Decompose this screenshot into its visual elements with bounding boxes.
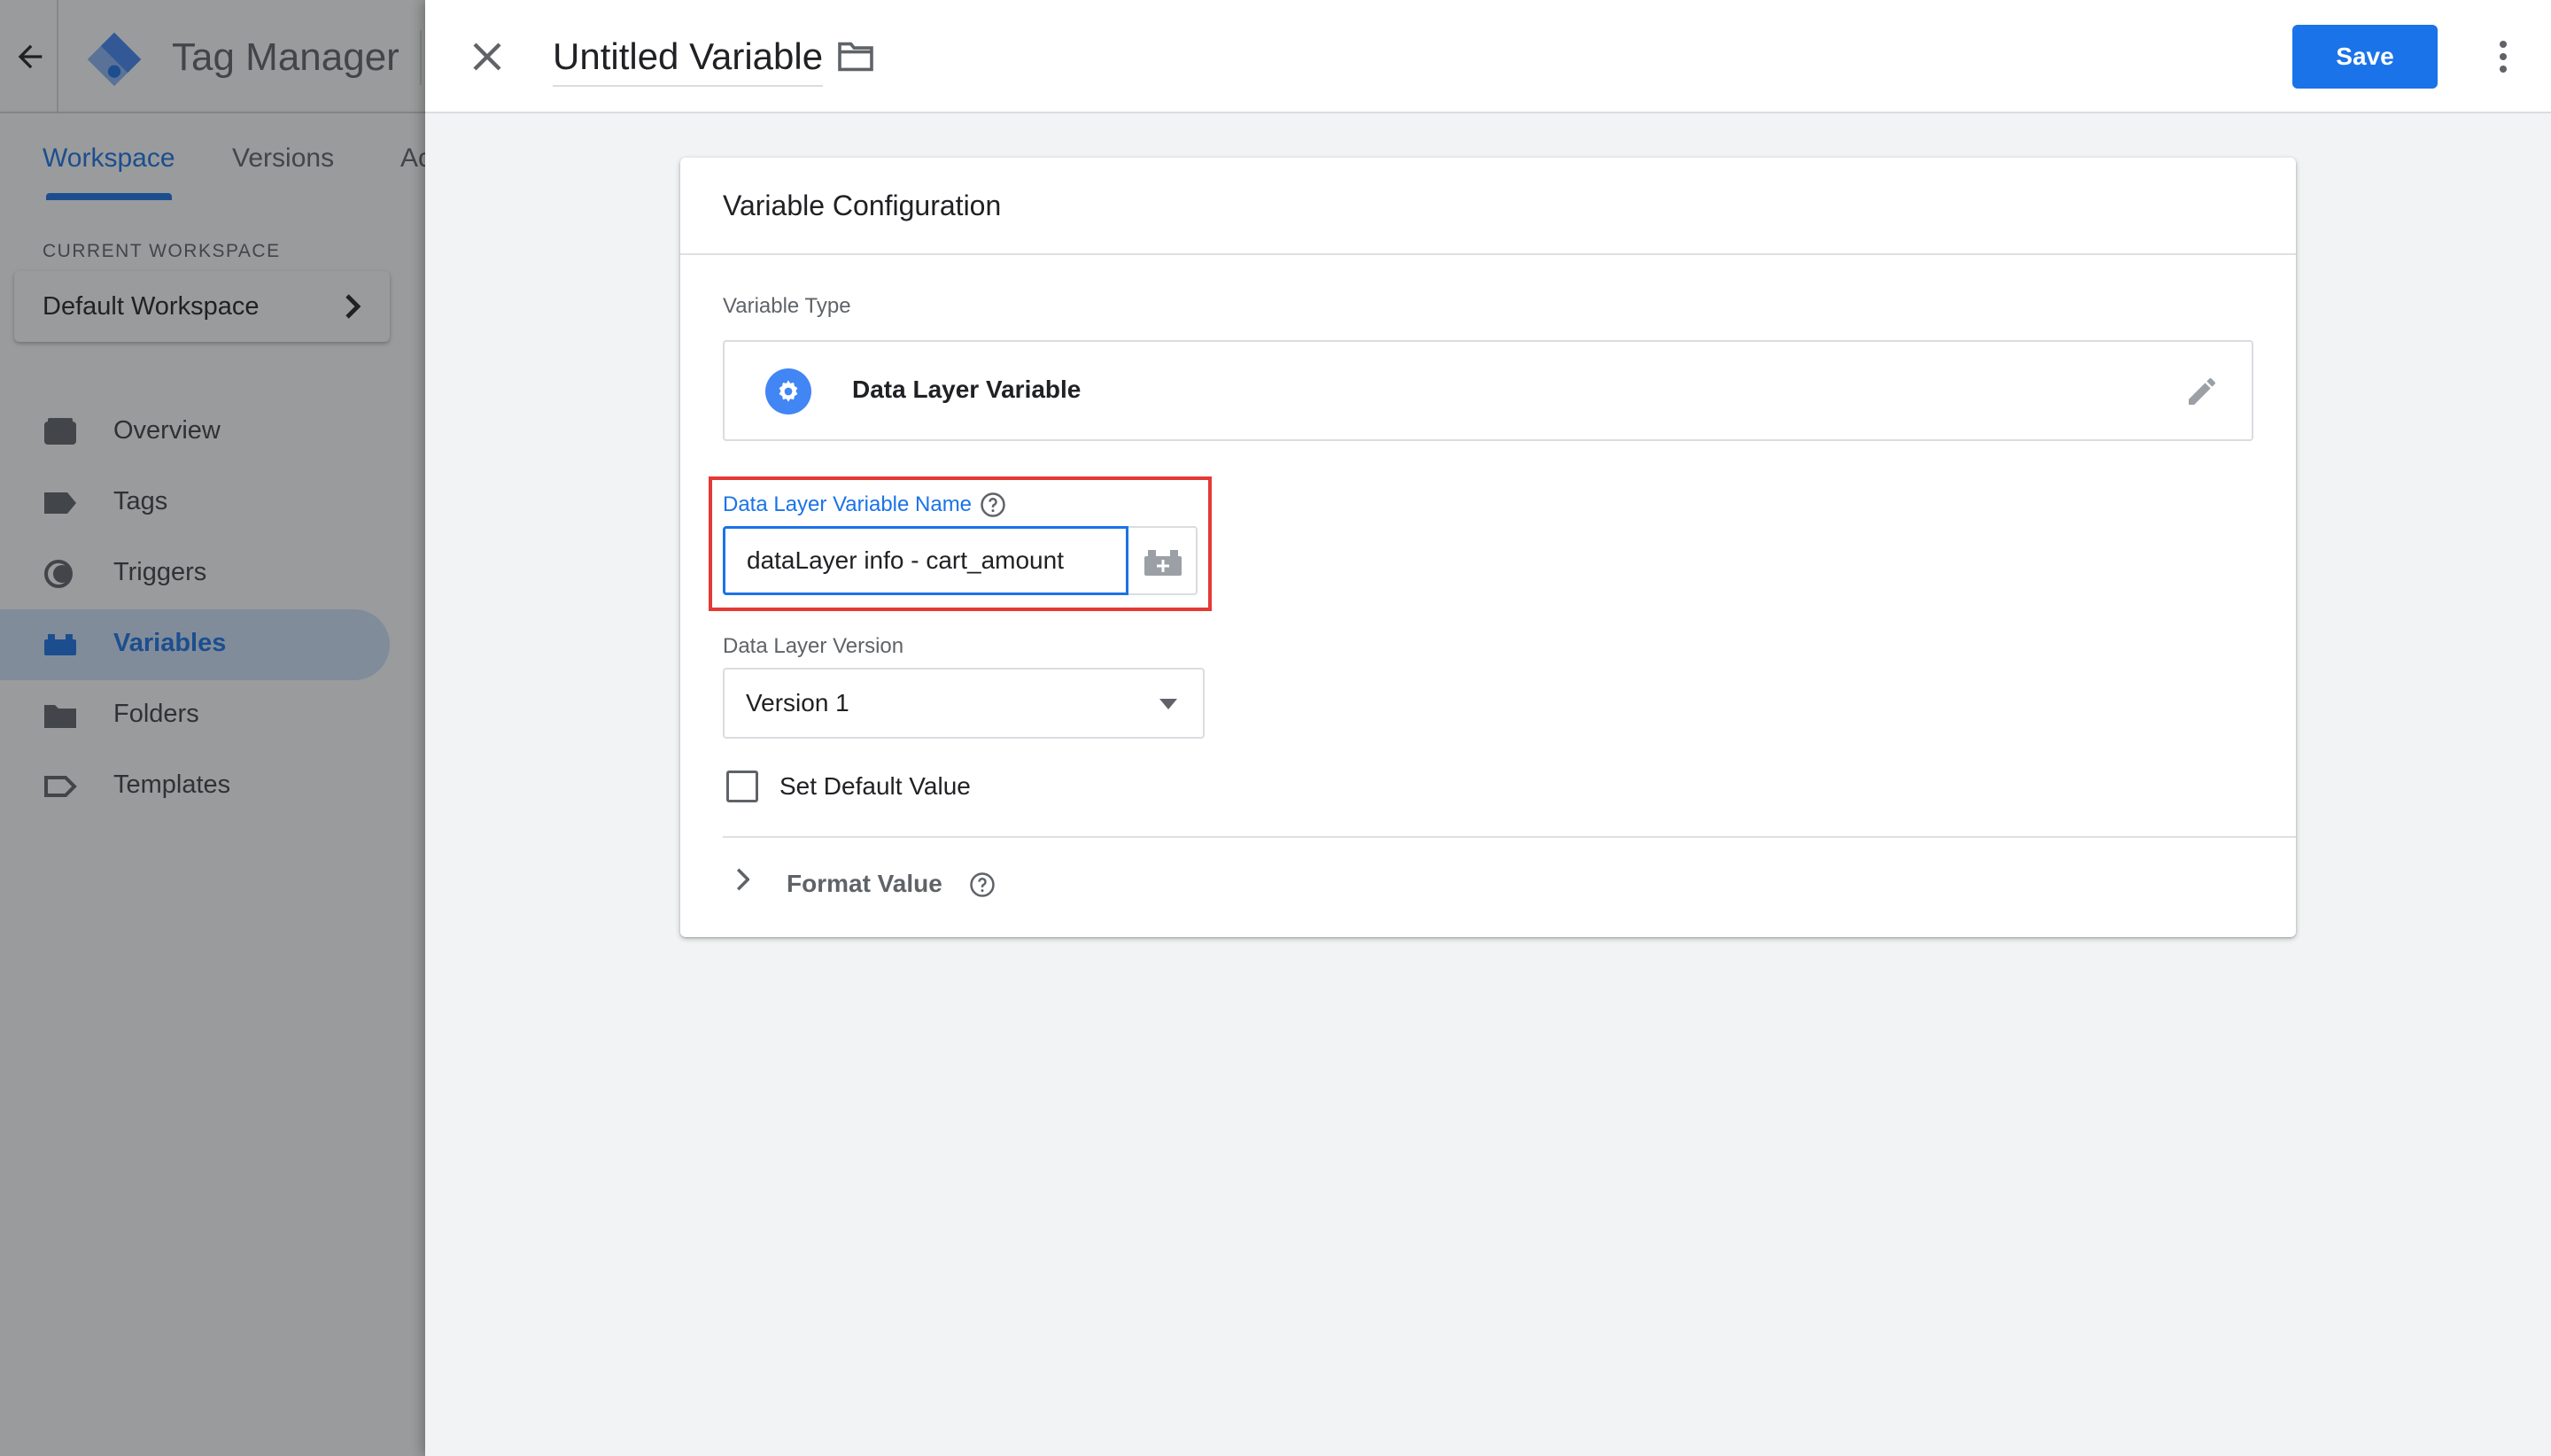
divider [723,836,2296,838]
format-value-toggle[interactable]: Format Value [787,870,942,898]
data-layer-version-value: Version 1 [746,689,849,716]
variable-title[interactable]: Untitled Variable [553,35,824,87]
help-icon[interactable] [969,871,996,898]
set-default-value-checkbox[interactable] [726,771,758,802]
editor-header: Untitled Variable Save [425,0,2551,113]
card-title: Variable Configuration [723,190,1002,221]
help-icon[interactable] [980,492,1006,518]
more-vert-icon[interactable] [2482,35,2524,78]
save-button[interactable]: Save [2292,25,2438,89]
close-icon[interactable] [466,35,508,78]
variable-type-name: Data Layer Variable [852,376,1082,403]
data-layer-version-label: Data Layer Version [723,634,904,658]
data-layer-variable-name-input[interactable] [723,526,1128,595]
variable-picker-icon [1144,550,1182,576]
variable-type-gear-icon [765,368,811,414]
data-layer-variable-name-label: Data Layer Variable Name [723,492,973,516]
data-layer-version-select[interactable]: Version 1 [723,668,1205,739]
variable-editor-panel: Untitled Variable Save Variable Configur… [425,0,2551,1456]
folder-icon[interactable] [836,41,875,73]
dropdown-arrow-icon [1159,699,1177,709]
set-default-value-label[interactable]: Set Default Value [779,772,971,801]
insert-variable-button[interactable] [1128,526,1198,595]
pencil-icon[interactable] [2184,374,2220,409]
divider [680,253,2296,255]
variable-type-label: Variable Type [723,294,851,318]
variable-type-selector[interactable]: Data Layer Variable [723,340,2253,441]
chevron-right-icon[interactable] [735,868,749,891]
variable-configuration-card: Variable Configuration Variable Type Dat… [680,158,2296,937]
